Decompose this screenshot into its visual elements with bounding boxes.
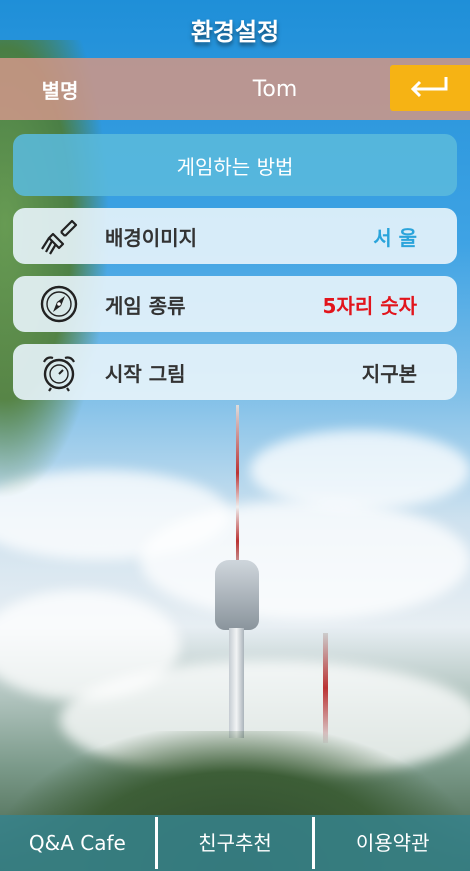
nickname-bar: 별명 Tom: [0, 58, 470, 120]
setting-row-start-image[interactable]: 시작 그림 지구본: [13, 344, 457, 400]
page-title: 환경설정: [190, 17, 280, 46]
how-to-play-button[interactable]: 게임하는 방법: [13, 134, 457, 196]
title-bar: 환경설정: [0, 0, 470, 58]
setting-row-game-type[interactable]: 게임 종류 5자리 숫자: [13, 276, 457, 332]
setting-row-background[interactable]: 배경이미지 서 울: [13, 208, 457, 264]
setting-value: 5자리 숫자: [322, 293, 417, 318]
settings-screen: 환경설정 별명 Tom 게임하는 방법 배경이미지 서 울 게임 종류 5자리 …: [0, 0, 470, 400]
terms-button[interactable]: 이용약관: [315, 815, 470, 871]
footer-bar: Q&A Cafe 친구추천 이용약관: [0, 815, 470, 871]
setting-value: 지구본: [361, 361, 417, 386]
alarm-clock-icon: [43, 356, 75, 392]
setting-value: 서 울: [373, 225, 417, 250]
return-arrow-icon: [410, 77, 448, 98]
compass-icon: [40, 285, 78, 323]
qa-cafe-button[interactable]: Q&A Cafe: [0, 815, 155, 871]
paint-brush-icon: [41, 219, 78, 255]
recommend-friend-button[interactable]: 친구추천: [158, 815, 313, 871]
back-button[interactable]: [390, 65, 470, 111]
